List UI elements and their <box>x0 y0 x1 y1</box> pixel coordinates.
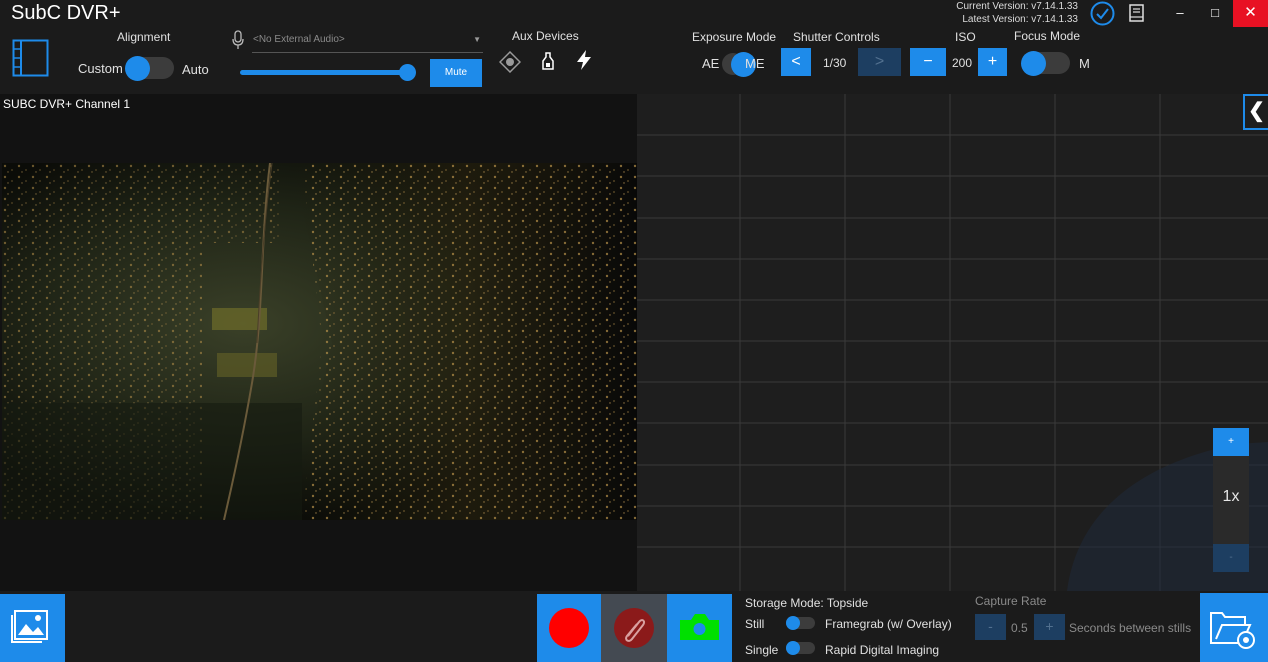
current-version: Current Version: v7.14.1.33 <box>956 1 1078 12</box>
filmstrip-icon[interactable] <box>12 39 49 77</box>
seconds-between-stills-label: Seconds between stills <box>1069 621 1192 635</box>
chevron-down-icon: ▼ <box>473 35 481 44</box>
laser-icon[interactable] <box>499 51 521 73</box>
zoom-control: + 1x - <box>1213 428 1249 572</box>
iso-value: 200 <box>952 56 973 70</box>
maximize-button[interactable]: □ <box>1198 0 1232 27</box>
map-grid <box>637 94 1268 591</box>
mute-button[interactable]: Mute <box>430 59 482 87</box>
still-label: Still <box>745 617 765 631</box>
alignment-auto-label: Auto <box>182 62 209 77</box>
exposure-mode-label: Exposure Mode <box>692 30 777 44</box>
alignment-custom-label: Custom <box>78 61 123 76</box>
capture-rate-minus-button[interactable]: - <box>975 614 1006 640</box>
manual-book-icon[interactable] <box>1129 4 1145 22</box>
zoom-level: 1x <box>1222 488 1240 505</box>
shutter-value: 1/30 <box>823 56 847 70</box>
shutter-prev-button[interactable]: < <box>781 48 811 76</box>
aux-devices-label: Aux Devices <box>512 29 579 43</box>
lamp-icon[interactable] <box>537 50 559 72</box>
rapid-imaging-label: Rapid Digital Imaging <box>825 643 940 657</box>
focus-toggle[interactable] <box>1021 51 1070 76</box>
audio-source-value: <No External Audio> <box>253 34 345 45</box>
map-panel[interactable]: ❮ + 1x - <box>637 94 1268 591</box>
close-button[interactable]: ✕ <box>1233 0 1268 27</box>
flash-icon[interactable] <box>573 49 595 71</box>
channel-label: SUBC DVR+ Channel 1 <box>3 97 131 111</box>
alignment-toggle[interactable] <box>125 56 174 81</box>
version-info: Current Version: v7.14.1.33 Latest Versi… <box>956 0 1078 26</box>
camera-feed[interactable] <box>2 163 637 520</box>
capture-rate-plus-button[interactable]: + <box>1034 614 1065 640</box>
single-rapid-toggle[interactable] <box>786 641 815 655</box>
gallery-button[interactable] <box>0 594 65 662</box>
capture-rate-value: 0.5 <box>1011 621 1028 635</box>
title-bar: SubC DVR+ Current Version: v7.14.1.33 La… <box>0 0 1268 27</box>
toggle-knob <box>786 641 800 655</box>
capture-bar: Storage Mode: Topside Still Framegrab (w… <box>0 591 1268 662</box>
zoom-out-button[interactable]: - <box>1213 544 1249 572</box>
zoom-in-button[interactable]: + <box>1213 428 1249 456</box>
iso-label: ISO <box>955 30 976 44</box>
iso-minus-button[interactable]: − <box>910 48 946 76</box>
latest-version: Latest Version: v7.14.1.33 <box>962 14 1078 25</box>
focus-mode-label: Focus Mode <box>1014 29 1081 43</box>
check-circle-icon[interactable] <box>1090 1 1115 26</box>
focus-manual-label: M <box>1079 56 1090 71</box>
exposure-toggle[interactable] <box>722 52 756 77</box>
iso-plus-button[interactable]: + <box>978 48 1007 76</box>
shutter-controls-label: Shutter Controls <box>793 30 880 44</box>
video-panel: SUBC DVR+ Channel 1 <box>0 94 637 591</box>
shutter-next-button[interactable]: > <box>858 48 901 76</box>
toggle-knob <box>1021 51 1046 76</box>
camera-toolbar: Alignment Custom Auto <No External Audio… <box>0 27 1268 94</box>
audio-source-select[interactable]: <No External Audio> ▼ <box>252 29 483 53</box>
paperclip-button[interactable] <box>601 594 667 662</box>
volume-slider[interactable] <box>240 70 410 75</box>
storage-mode-label: Storage Mode: Topside <box>745 596 869 610</box>
framegrab-label: Framegrab (w/ Overlay) <box>825 617 952 631</box>
still-framegrab-toggle[interactable] <box>786 616 815 630</box>
app-title: SubC DVR+ <box>11 2 121 24</box>
exposure-me-label: ME <box>745 56 765 71</box>
single-label: Single <box>745 643 779 657</box>
collapse-panel-button[interactable]: ❮ <box>1243 94 1268 130</box>
alignment-label: Alignment <box>117 30 171 44</box>
microphone-icon <box>232 30 244 49</box>
camera-feed-image <box>2 163 637 520</box>
volume-slider-thumb[interactable] <box>399 64 416 81</box>
capture-rate-label: Capture Rate <box>975 594 1047 608</box>
record-button[interactable] <box>537 594 601 662</box>
storage-settings-button[interactable] <box>1200 593 1268 662</box>
snapshot-button[interactable] <box>667 594 732 662</box>
minimize-button[interactable]: – <box>1163 0 1197 27</box>
toggle-knob <box>786 616 800 630</box>
exposure-ae-label: AE <box>702 56 720 71</box>
toggle-knob <box>125 56 150 81</box>
